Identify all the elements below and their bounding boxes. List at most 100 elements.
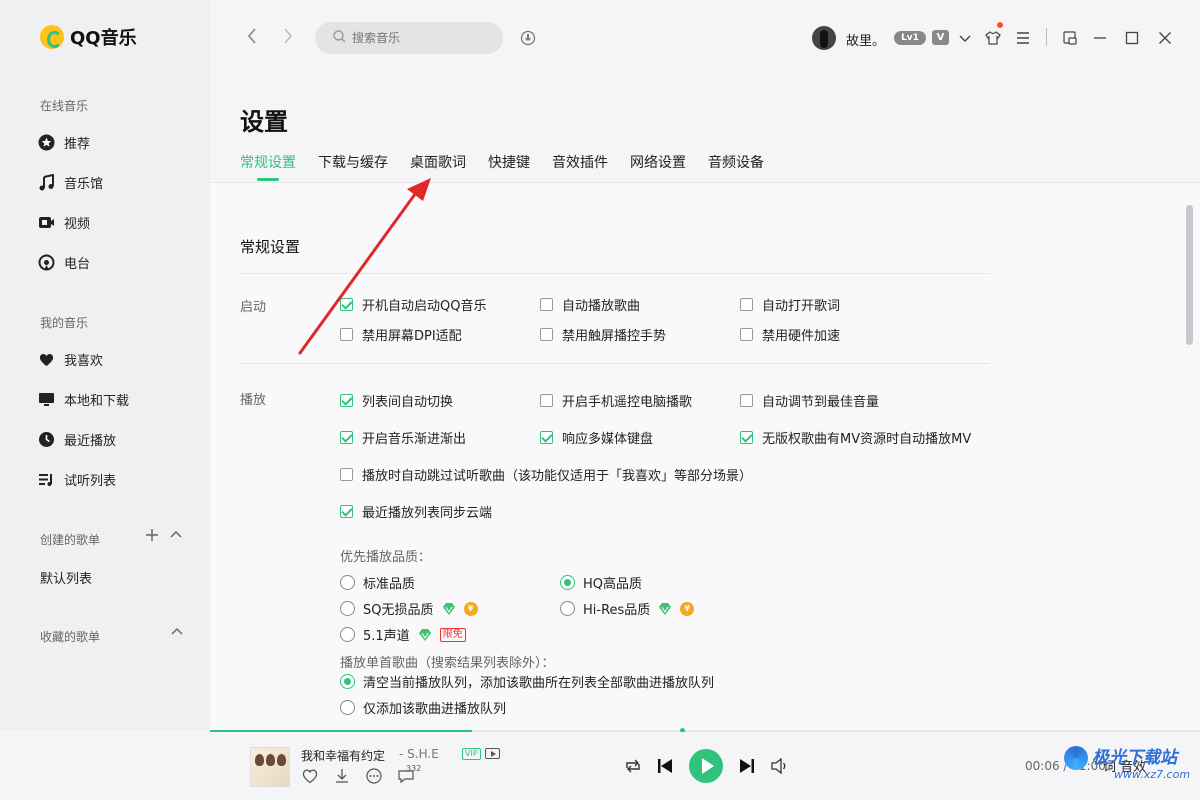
voice-search-icon[interactable]	[520, 30, 536, 50]
checkbox-fade[interactable]: 开启音乐渐进渐出	[340, 428, 466, 447]
maximize-icon[interactable]	[1122, 28, 1142, 48]
more-icon[interactable]	[365, 768, 383, 788]
sidebar-item-default-list[interactable]: 默认列表	[40, 568, 92, 587]
checkbox-box[interactable]	[340, 298, 353, 311]
checkbox-box[interactable]	[740, 328, 753, 341]
checkbox-auto-lyrics[interactable]: 自动打开歌词	[740, 295, 840, 314]
radio-circle[interactable]	[560, 601, 575, 616]
previous-track-icon[interactable]	[657, 757, 673, 775]
checkbox-auto-mv[interactable]: 无版权歌曲有MV资源时自动播放MV	[740, 428, 971, 447]
checkbox-box[interactable]	[540, 298, 553, 311]
vip-badge[interactable]: V	[932, 30, 949, 45]
radio-circle[interactable]	[340, 627, 355, 642]
checkbox-autoplay[interactable]: 自动播放歌曲	[540, 295, 640, 314]
checkbox-disable-dpi[interactable]: 禁用屏幕DPI适配	[340, 325, 462, 344]
checkbox-disable-hw-accel[interactable]: 禁用硬件加速	[740, 325, 840, 344]
scrollbar[interactable]	[1186, 205, 1193, 345]
checkbox-box[interactable]	[340, 328, 353, 341]
sidebar-item-radio[interactable]: 电台	[38, 252, 90, 272]
close-icon[interactable]	[1155, 28, 1175, 48]
checkbox-autostart[interactable]: 开机自动启动QQ音乐	[340, 295, 486, 314]
loop-icon[interactable]	[624, 758, 642, 774]
checkbox-box[interactable]	[340, 468, 353, 481]
plus-icon[interactable]	[145, 527, 159, 546]
album-cover[interactable]	[250, 747, 290, 787]
tab-shortcuts[interactable]: 快捷键	[488, 152, 530, 172]
level-badge[interactable]: Lv1	[894, 31, 926, 45]
checkbox-skip-trial[interactable]: 播放时自动跳过试听歌曲（该功能仅适用于「我喜欢」等部分场景）	[340, 465, 752, 484]
radio-circle[interactable]	[340, 700, 355, 715]
like-icon[interactable]	[301, 768, 319, 788]
minimize-icon[interactable]	[1090, 28, 1110, 48]
download-icon[interactable]	[333, 768, 351, 788]
checkbox-box[interactable]	[540, 328, 553, 341]
checkbox-box[interactable]	[540, 431, 553, 444]
checkbox-box[interactable]	[340, 431, 353, 444]
checkbox-sync-recent[interactable]: 最近播放列表同步云端	[340, 502, 492, 521]
radio-circle[interactable]	[340, 674, 355, 689]
sidebar-item-local-download[interactable]: 本地和下载	[38, 389, 129, 409]
forward-arrow-icon[interactable]	[282, 26, 294, 49]
checkbox-box[interactable]	[340, 394, 353, 407]
tab-audio-plugins[interactable]: 音效插件	[552, 152, 608, 172]
sidebar-item-trial-list[interactable]: 试听列表	[38, 469, 116, 489]
checkbox-box[interactable]	[340, 505, 353, 518]
radio-circle[interactable]	[340, 601, 355, 616]
collected-playlists-actions	[170, 624, 184, 643]
checkbox-disable-touch[interactable]: 禁用触屏播控手势	[540, 325, 666, 344]
tab-general[interactable]: 常规设置	[240, 152, 296, 181]
radio-replace-queue[interactable]: 清空当前播放队列，添加该歌曲所在列表全部歌曲进播放队列	[340, 672, 714, 691]
checkbox-box[interactable]	[540, 394, 553, 407]
radio-circle[interactable]	[340, 575, 355, 590]
sidebar-item-video[interactable]: 视频	[38, 212, 90, 232]
checkbox-phone-remote[interactable]: 开启手机遥控电脑播歌	[540, 391, 692, 410]
sidebar-item-label: 本地和下载	[64, 393, 130, 409]
checkbox-box[interactable]	[740, 394, 753, 407]
radio-hq-quality[interactable]: HQ高品质	[560, 573, 642, 592]
radio-circle[interactable]	[560, 575, 575, 590]
sidebar-item-recent[interactable]: 最近播放	[38, 429, 116, 449]
back-arrow-icon[interactable]	[246, 26, 258, 49]
song-title[interactable]: 我和幸福有约定	[301, 747, 385, 764]
checkbox-auto-switch-list[interactable]: 列表间自动切换	[340, 391, 453, 410]
username[interactable]: 故里。	[846, 30, 885, 49]
play-button[interactable]	[689, 749, 723, 783]
checkbox-label: 开启手机遥控电脑播歌	[562, 395, 693, 410]
playlist-icon	[38, 471, 55, 488]
app-logo[interactable]: QQ音乐	[40, 24, 137, 50]
section-divider	[240, 363, 990, 364]
clock-icon	[38, 431, 55, 448]
volume-icon[interactable]	[770, 758, 788, 774]
radio-sq-quality[interactable]: SQ无损品质 ¥	[340, 599, 478, 618]
tab-download-cache[interactable]: 下载与缓存	[318, 152, 388, 172]
monitor-icon	[38, 391, 55, 408]
avatar[interactable]	[812, 26, 836, 50]
radio-add-single[interactable]: 仅添加该歌曲进播放队列	[340, 698, 506, 717]
mini-mode-icon[interactable]	[1060, 28, 1080, 48]
chevron-up-icon[interactable]	[170, 624, 184, 643]
tab-network[interactable]: 网络设置	[630, 152, 686, 172]
checkbox-media-keys[interactable]: 响应多媒体键盘	[540, 428, 653, 447]
checkbox-box[interactable]	[740, 431, 753, 444]
song-artist[interactable]: - S.H.E	[399, 747, 439, 761]
sidebar-item-recommend[interactable]: 推荐	[38, 132, 90, 152]
radio-hires-quality[interactable]: Hi-Res品质 ¥	[560, 599, 695, 618]
player-bar: 我和幸福有约定 - S.H.E VIP 332 00:06 / 01:00 词 …	[210, 732, 1200, 800]
search-input[interactable]	[352, 31, 482, 45]
tab-audio-device[interactable]: 音频设备	[708, 152, 764, 172]
skin-shirt-icon[interactable]	[983, 28, 1003, 48]
next-track-icon[interactable]	[739, 757, 755, 775]
chevron-up-icon[interactable]	[169, 527, 183, 546]
menu-icon[interactable]	[1013, 28, 1033, 48]
checkbox-auto-volume[interactable]: 自动调节到最佳音量	[740, 391, 879, 410]
sidebar-item-music-hall[interactable]: 音乐馆	[38, 172, 103, 192]
radio-51-channel[interactable]: 5.1声道 限免	[340, 625, 466, 644]
sidebar-item-favorites[interactable]: 我喜欢	[38, 349, 103, 369]
search-box[interactable]	[315, 22, 503, 54]
tab-desktop-lyrics[interactable]: 桌面歌词	[410, 152, 466, 172]
radio-standard-quality[interactable]: 标准品质	[340, 573, 415, 592]
chevron-down-icon[interactable]	[955, 28, 975, 48]
checkbox-box[interactable]	[740, 298, 753, 311]
mv-icon[interactable]	[485, 748, 500, 759]
sidebar-item-label: 试听列表	[64, 473, 117, 489]
